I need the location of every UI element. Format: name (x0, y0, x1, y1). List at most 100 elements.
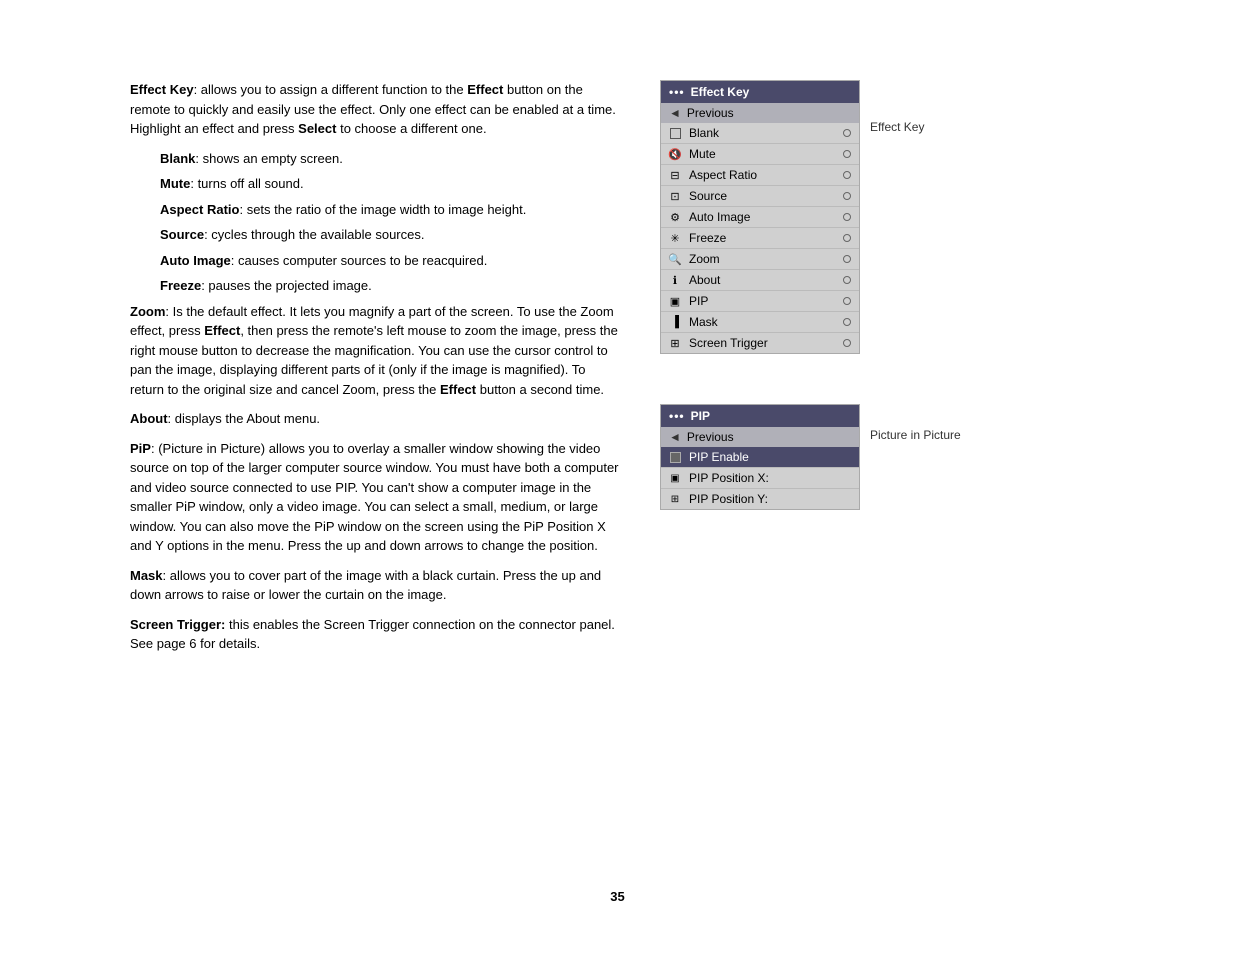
pip-left-arrow-icon: ◄ (669, 430, 681, 444)
pip-pos-x-icon: ▣ (667, 470, 683, 486)
pip-menu-item-previous[interactable]: ◄ Previous (661, 427, 859, 447)
zoom-effect-bold: Effect (204, 323, 240, 338)
about-item-label: About (689, 273, 837, 287)
zoom-effect-bold2: Effect (440, 382, 476, 397)
effect-key-side-label: Effect Key (870, 80, 924, 134)
pip-position-x-label: PIP Position X: (689, 471, 851, 485)
mute-radio (843, 150, 851, 158)
mask-desc: : allows you to cover part of the image … (130, 568, 601, 603)
auto-image-desc: : causes computer sources to be reacquir… (231, 253, 488, 268)
aspect-ratio-radio (843, 171, 851, 179)
pip-position-y-label: PIP Position Y: (689, 492, 851, 506)
auto-image-radio (843, 213, 851, 221)
effect-bold-inline: Effect (467, 82, 503, 97)
effect-key-menu-header: ••• Effect Key (661, 81, 859, 103)
auto-image-icon: ⚙ (667, 209, 683, 225)
page-number: 35 (610, 889, 624, 904)
about-radio (843, 276, 851, 284)
previous-label: Previous (687, 106, 734, 120)
blank-desc: : shows an empty screen. (195, 151, 342, 166)
menu-item-mute[interactable]: 🔇 Mute (661, 144, 859, 165)
pip-position-y-item[interactable]: ⊞ PIP Position Y: (661, 489, 859, 509)
effect-key-menu-title: Effect Key (691, 85, 750, 99)
pip-position-x-item[interactable]: ▣ PIP Position X: (661, 468, 859, 489)
page: Effect Key: allows you to assign a diffe… (0, 0, 1235, 954)
about-desc: : displays the About menu. (168, 411, 320, 426)
aspect-ratio-icon: ⊟ (667, 167, 683, 183)
screen-trigger-paragraph: Screen Trigger: this enables the Screen … (130, 615, 620, 654)
freeze-desc: : pauses the projected image. (201, 278, 372, 293)
main-content: Effect Key: allows you to assign a diffe… (130, 80, 1135, 664)
blank-label: Blank (160, 151, 195, 166)
mute-item-label: Mute (689, 147, 837, 161)
mute-label: Mute (160, 176, 190, 191)
aspect-ratio-item: Aspect Ratio: sets the ratio of the imag… (160, 200, 620, 220)
mask-radio (843, 318, 851, 326)
blank-radio (843, 129, 851, 137)
effect-key-menu-group: ••• Effect Key ◄ Previous Blank (660, 80, 980, 354)
freeze-radio (843, 234, 851, 242)
pip-menu: ••• PIP ◄ Previous PIP Enable (660, 404, 860, 510)
freeze-item: Freeze: pauses the projected image. (160, 276, 620, 296)
pip-menu-title: PIP (691, 409, 710, 423)
pip-paragraph: PiP: (Picture in Picture) allows you to … (130, 439, 620, 556)
screen-trigger-item-label: Screen Trigger (689, 336, 837, 350)
zoom-paragraph: Zoom: Is the default effect. It lets you… (130, 302, 620, 400)
select-bold: Select (298, 121, 336, 136)
source-radio (843, 192, 851, 200)
source-item-label: Source (689, 189, 837, 203)
pip-menu-group: ••• PIP ◄ Previous PIP Enable (660, 404, 980, 510)
pip-enable-item[interactable]: PIP Enable (661, 447, 859, 468)
auto-image-item: Auto Image: causes computer sources to b… (160, 251, 620, 271)
pip-enable-icon (667, 449, 683, 465)
pip-enable-label: PIP Enable (689, 450, 851, 464)
zoom-item-label: Zoom (689, 252, 837, 266)
pip-icon: ▣ (667, 293, 683, 309)
mute-desc: : turns off all sound. (190, 176, 303, 191)
auto-image-item-label: Auto Image (689, 210, 837, 224)
pip-label: PiP (130, 441, 151, 456)
aspect-ratio-desc: : sets the ratio of the image width to i… (239, 202, 526, 217)
screen-trigger-label: Screen Trigger: (130, 617, 225, 632)
effect-key-paragraph: Effect Key: allows you to assign a diffe… (130, 80, 620, 139)
mask-icon: ▐ (667, 314, 683, 330)
mask-label: Mask (130, 568, 163, 583)
mask-paragraph: Mask: allows you to cover part of the im… (130, 566, 620, 605)
menu-item-screen-trigger[interactable]: ⊞ Screen Trigger (661, 333, 859, 353)
aspect-ratio-label: Aspect Ratio (160, 202, 239, 217)
pip-item-label: PIP (689, 294, 837, 308)
freeze-label: Freeze (160, 278, 201, 293)
menu-item-auto-image[interactable]: ⚙ Auto Image (661, 207, 859, 228)
mute-item: Mute: turns off all sound. (160, 174, 620, 194)
zoom-label: Zoom (130, 304, 165, 319)
freeze-icon: ✳ (667, 230, 683, 246)
pip-pos-y-icon: ⊞ (667, 491, 683, 507)
mask-item-label: Mask (689, 315, 837, 329)
menu-item-mask[interactable]: ▐ Mask (661, 312, 859, 333)
menu-item-zoom[interactable]: 🔍 Zoom (661, 249, 859, 270)
blank-item-label: Blank (689, 126, 837, 140)
effect-key-menu-wrapper: ••• Effect Key ◄ Previous Blank (660, 80, 860, 354)
menu-dots: ••• (669, 85, 685, 99)
zoom-icon: 🔍 (667, 251, 683, 267)
menu-item-about[interactable]: ℹ About (661, 270, 859, 291)
blank-icon (667, 125, 683, 141)
effect-key-menu: ••• Effect Key ◄ Previous Blank (660, 80, 860, 354)
menu-item-source[interactable]: ⊡ Source (661, 186, 859, 207)
source-label: Source (160, 227, 204, 242)
menu-item-blank[interactable]: Blank (661, 123, 859, 144)
auto-image-label: Auto Image (160, 253, 231, 268)
screen-trigger-icon: ⊞ (667, 335, 683, 351)
blank-item: Blank: shows an empty screen. (160, 149, 620, 169)
menu-item-freeze[interactable]: ✳ Freeze (661, 228, 859, 249)
pip-menu-dots: ••• (669, 409, 685, 423)
left-arrow-icon: ◄ (669, 106, 681, 120)
source-icon: ⊡ (667, 188, 683, 204)
menu-item-aspect-ratio[interactable]: ⊟ Aspect Ratio (661, 165, 859, 186)
text-column: Effect Key: allows you to assign a diffe… (130, 80, 620, 664)
menu-item-previous[interactable]: ◄ Previous (661, 103, 859, 123)
pip-menu-header: ••• PIP (661, 405, 859, 427)
about-paragraph: About: displays the About menu. (130, 409, 620, 429)
menu-item-pip[interactable]: ▣ PIP (661, 291, 859, 312)
pip-menu-wrapper: ••• PIP ◄ Previous PIP Enable (660, 404, 860, 510)
